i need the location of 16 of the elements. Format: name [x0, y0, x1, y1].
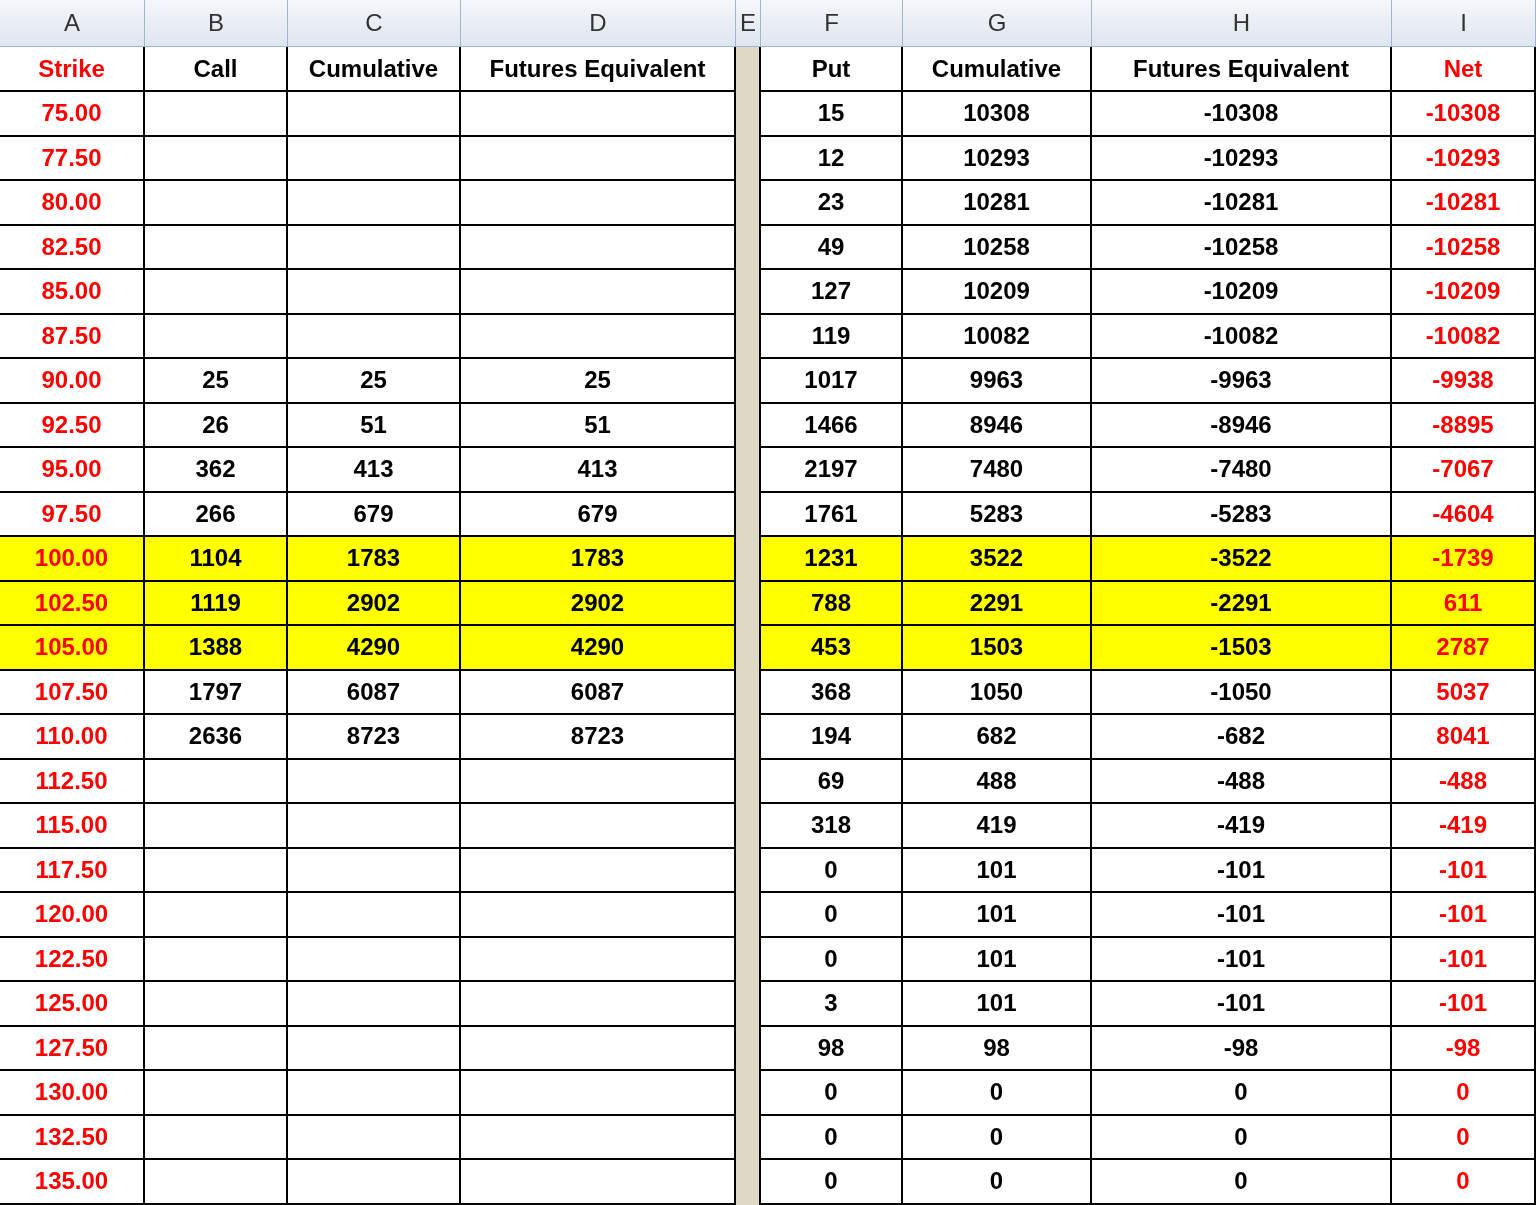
column-letter[interactable]: H: [1092, 0, 1392, 47]
table-cell: 0: [1092, 1160, 1392, 1205]
spacer-cell: [736, 1160, 761, 1205]
spacer-cell: [736, 47, 761, 92]
column-letter[interactable]: F: [761, 0, 903, 47]
column-letter[interactable]: I: [1392, 0, 1536, 47]
column-letter[interactable]: G: [903, 0, 1092, 47]
column-letter[interactable]: A: [0, 0, 145, 47]
column-letter[interactable]: E: [736, 0, 761, 47]
column-letter[interactable]: D: [461, 0, 736, 47]
table-cell: 0: [761, 1160, 903, 1205]
table-cell: 0: [1392, 1160, 1536, 1205]
column-letter[interactable]: B: [145, 0, 288, 47]
table-cell: 135.00: [0, 1160, 145, 1205]
table-cell: 0: [903, 1160, 1092, 1205]
column-letter[interactable]: C: [288, 0, 461, 47]
